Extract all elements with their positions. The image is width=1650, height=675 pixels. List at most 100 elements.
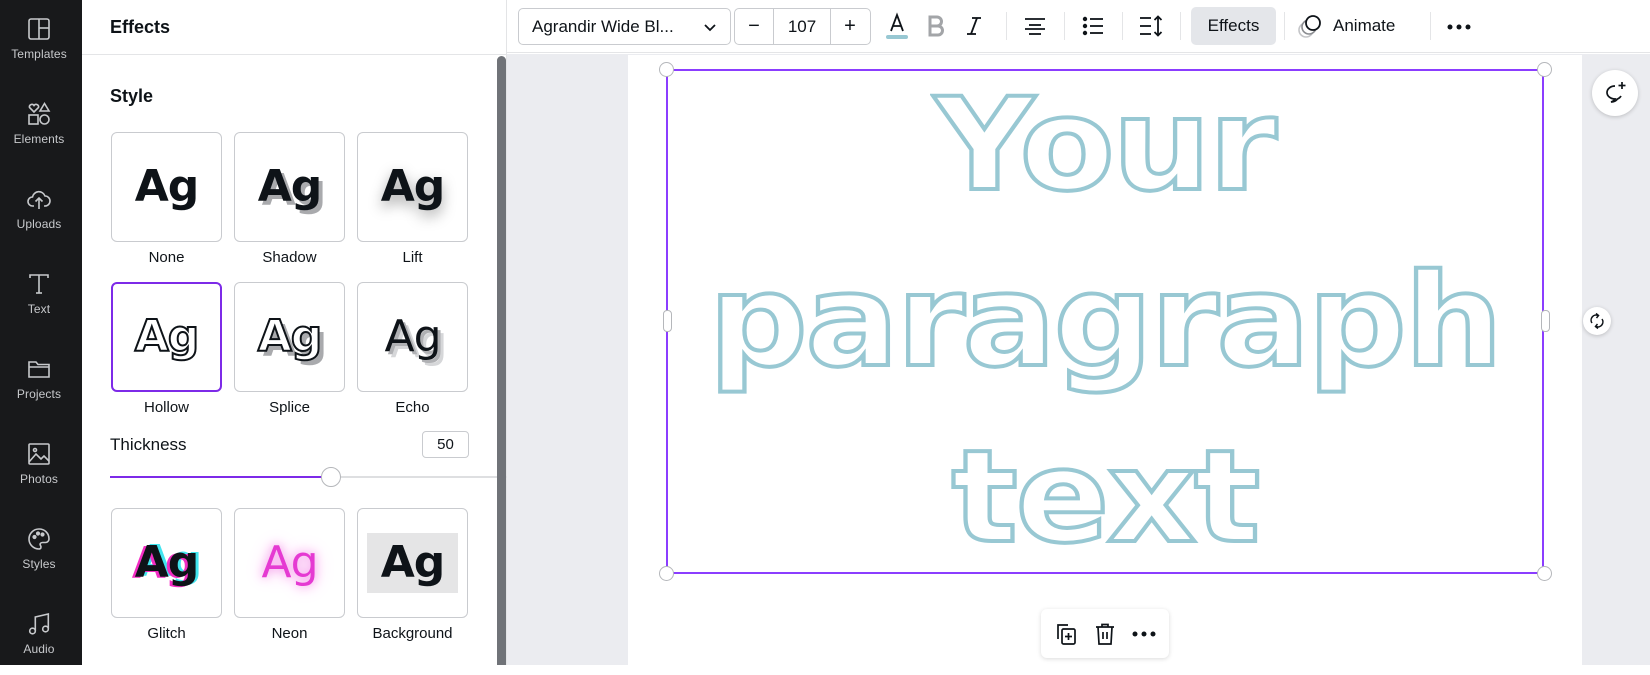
style-label: Splice [269,399,310,416]
panel-header: Effects [82,0,507,55]
rotate-icon [1590,312,1604,330]
photos-icon [28,443,50,465]
sidebar-item-label: Photos [20,472,58,486]
sidebar-item-templates[interactable]: Templates [0,0,78,80]
align-center-button[interactable] [1020,11,1050,41]
panel-title: Effects [110,17,171,37]
panel-scrollbar[interactable] [497,56,506,665]
sidebar-item-uploads[interactable]: Uploads [0,170,78,250]
rotate-button[interactable] [1583,307,1611,335]
background-swatch: Ag [367,533,458,593]
comment-add-icon [1606,82,1626,103]
effects-button[interactable]: Effects [1191,7,1276,45]
style-label: Background [372,625,453,642]
duplicate-button[interactable] [1049,617,1083,651]
resize-handle-top-right[interactable] [1537,62,1552,77]
uploads-icon [27,190,51,209]
sidebar-item-label: Text [27,302,51,316]
style-section-title: Style [110,86,154,106]
font-size-input[interactable]: 107 [773,9,831,44]
chevron-down-icon [704,24,716,32]
italic-icon [967,17,981,35]
spacing-button[interactable] [1136,11,1166,41]
style-tile-none[interactable]: Ag [111,132,222,242]
sidebar-item-audio[interactable]: Audio [0,595,78,675]
add-comment-button[interactable] [1592,70,1638,116]
animate-icon [1298,15,1321,38]
context-more-button[interactable] [1127,617,1161,651]
thickness-slider-thumb[interactable] [320,467,341,487]
resize-handle-bottom-right[interactable] [1537,566,1552,581]
style-label: Hollow [143,399,189,416]
sidebar-item-styles[interactable]: Styles [0,510,78,590]
sidebar-item-projects[interactable]: Projects [0,340,78,420]
sidebar-item-photos[interactable]: Photos [0,425,78,505]
font-family-value: Agrandir Wide Bl... [532,16,674,36]
resize-handle-left[interactable] [663,310,672,332]
style-tile-background[interactable]: Ag [357,508,468,618]
sidebar-item-label: Projects [16,387,62,401]
sidebar-item-label: Templates [11,47,67,61]
style-tile-shadow[interactable]: Ag [234,132,345,242]
left-rail: Templates Elements Uploads Text Projects… [0,0,82,665]
style-preview: Ag [134,161,200,212]
style-label: Neon [271,625,308,642]
more-options-button[interactable] [1444,12,1474,42]
sidebar-item-label: Uploads [16,217,62,231]
list-button[interactable] [1078,11,1108,41]
style-tile-hollow[interactable]: Ag [111,282,222,392]
text-icon [29,274,49,294]
style-label: Echo [395,399,430,416]
styles-icon [28,528,50,550]
text-color-icon [886,12,908,39]
resize-handle-right[interactable] [1541,310,1550,332]
thickness-label: Thickness [110,435,187,454]
style-tile-lift[interactable]: Ag [357,132,468,242]
thickness-input[interactable]: 50 [422,431,469,458]
thickness-slider[interactable] [110,467,551,487]
resize-handle-top-left[interactable] [659,62,674,77]
toolbar-divider [1430,12,1431,40]
sidebar-item-elements[interactable]: Elements [0,85,78,165]
templates-icon [28,18,50,40]
style-tile-glitch[interactable]: Ag [111,508,222,618]
increase-font-size-button[interactable]: + [831,9,869,44]
style-label: Glitch [147,625,186,642]
style-tile-splice[interactable]: Ag [234,282,345,392]
bulleted-list-icon [1082,16,1103,36]
text-toolbar: Agrandir Wide Bl... − 107 + Effects Anim… [507,0,1650,53]
projects-icon [28,361,50,378]
style-preview: Ag [257,311,324,362]
audio-icon [28,612,50,635]
style-preview: Ag [384,311,441,362]
sidebar-item-text[interactable]: Text [0,255,78,335]
style-preview: Ag [257,161,323,212]
style-preview: Ag [380,161,446,212]
style-label: Lift [402,249,423,266]
resize-handle-bottom-left[interactable] [659,566,674,581]
text-color-button[interactable] [882,11,912,41]
font-family-dropdown[interactable]: Agrandir Wide Bl... [518,8,731,45]
font-size-stepper: − 107 + [734,8,871,45]
style-preview: Ag [380,537,446,588]
line-spacing-icon [1140,15,1163,37]
duplicate-icon [1057,623,1077,645]
sidebar-item-label: Audio [23,642,55,656]
bold-button[interactable] [921,11,951,41]
style-label: Shadow [262,249,317,266]
style-preview: Ag [261,537,318,588]
italic-button[interactable] [959,11,989,41]
style-preview: Ag [134,537,200,588]
decrease-font-size-button[interactable]: − [735,9,773,44]
style-tile-echo[interactable]: Ag [357,282,468,392]
toolbar-divider [1006,12,1007,40]
thickness-slider-fill [110,476,331,478]
toolbar-divider [1122,12,1123,40]
animate-button[interactable]: Animate [1297,7,1395,45]
elements-icon [28,101,51,125]
delete-button[interactable] [1088,617,1122,651]
style-tile-neon[interactable]: Ag [234,508,345,618]
animate-label: Animate [1333,16,1396,35]
toolbar-divider [1064,12,1065,40]
more-icon [1447,24,1471,30]
